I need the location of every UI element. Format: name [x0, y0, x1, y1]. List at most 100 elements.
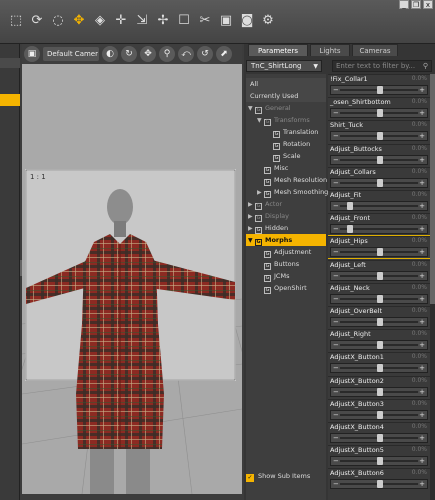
property-value[interactable]: 0.0% [412, 353, 427, 360]
cloth-icon[interactable]: ✂ [195, 10, 215, 30]
increment-icon[interactable]: + [419, 295, 425, 303]
property-value[interactable]: 0.0% [412, 75, 427, 82]
category-rotation[interactable]: G Rotation [246, 138, 326, 150]
property-value[interactable]: 0.0% [412, 191, 427, 198]
property-slider[interactable]: − + [330, 456, 428, 467]
category-hidden[interactable]: ▶ G Hidden [246, 222, 326, 234]
left-pane-selected-item[interactable] [0, 94, 20, 106]
close-button[interactable]: x [423, 0, 433, 9]
property-slider[interactable]: − + [330, 363, 428, 374]
property-row[interactable]: Adjust_Front 0.0% − + [328, 213, 430, 235]
property-slider[interactable]: − + [330, 108, 428, 119]
property-slider[interactable]: − + [330, 85, 428, 95]
slider-knob[interactable] [377, 457, 383, 466]
category-transforms[interactable]: ▼ G Transforms [246, 114, 326, 126]
slider-knob[interactable] [377, 294, 383, 303]
property-row[interactable]: Adjust_Collars 0.0% − + [328, 166, 430, 189]
zoom-icon[interactable]: ⚲ [159, 46, 175, 62]
category-mesh-resolution[interactable]: G Mesh Resolution [246, 174, 327, 186]
category-display[interactable]: ▶ G Display [246, 210, 326, 222]
decrement-icon[interactable]: − [333, 156, 339, 164]
select-icon[interactable]: ⬚ [6, 10, 26, 30]
slider-knob[interactable] [377, 109, 383, 118]
increment-icon[interactable]: + [419, 318, 425, 326]
slider-knob[interactable] [377, 364, 383, 373]
tab-cameras[interactable]: Cameras [352, 44, 398, 56]
decrement-icon[interactable]: − [333, 109, 339, 117]
property-row[interactable]: Shirt_Tuck 0.0% − + [328, 120, 430, 142]
property-value[interactable]: 0.0% [412, 307, 427, 314]
category-scale[interactable]: G Scale [246, 150, 326, 162]
move-icon[interactable]: ✥ [69, 10, 89, 30]
slider-knob[interactable] [347, 225, 354, 234]
category-adjustment[interactable]: G Adjustment [246, 246, 326, 258]
slider-knob[interactable] [377, 178, 383, 187]
settings-icon[interactable]: ⚙ [258, 10, 278, 30]
property-value[interactable]: 0.0% [412, 469, 427, 476]
increment-icon[interactable]: + [419, 388, 425, 396]
decrement-icon[interactable]: − [333, 272, 339, 280]
property-list-scrollbar[interactable] [430, 74, 435, 500]
category-translation[interactable]: G Translation [246, 126, 326, 138]
property-row[interactable]: Adjust_Hips 0.0% − + [328, 235, 430, 260]
increment-icon[interactable]: + [419, 457, 425, 465]
property-row[interactable]: Adjust_Neck 0.0% − + [328, 282, 430, 305]
property-row[interactable]: AdjustX_Button2 0.0% − + [328, 375, 430, 398]
property-value[interactable]: 0.0% [412, 121, 427, 128]
decrement-icon[interactable]: − [333, 202, 339, 210]
lasso-icon[interactable]: ◌ [48, 10, 68, 30]
property-value[interactable]: 0.0% [412, 284, 427, 291]
property-value[interactable]: 0.0% [412, 214, 427, 221]
category-currently-used[interactable]: Currently Used [246, 90, 326, 102]
increment-icon[interactable]: + [419, 364, 425, 372]
decrement-icon[interactable]: − [333, 434, 339, 442]
slider-knob[interactable] [377, 341, 383, 350]
node-icon[interactable]: ◈ [90, 10, 110, 30]
property-slider[interactable]: − + [330, 270, 428, 281]
category-all[interactable]: All [246, 78, 326, 90]
property-row[interactable]: Adjust_Buttocks 0.0% − + [328, 143, 430, 166]
property-value[interactable]: 0.0% [412, 98, 427, 105]
slider-knob[interactable] [377, 480, 383, 489]
camera-icon[interactable]: ▣ [24, 46, 40, 62]
orbit-icon[interactable]: ↻ [121, 46, 137, 62]
category-openshirt[interactable]: G OpenShirt [246, 282, 326, 294]
property-slider[interactable]: − + [330, 293, 428, 304]
property-row[interactable]: !Fix_Collar1 0.0% − + [328, 74, 430, 96]
property-slider[interactable]: − + [330, 433, 428, 443]
slider-knob[interactable] [377, 271, 383, 280]
decrement-icon[interactable]: − [333, 248, 339, 256]
decrement-icon[interactable]: − [333, 388, 339, 396]
decrement-icon[interactable]: − [333, 295, 339, 303]
increment-icon[interactable]: + [419, 179, 425, 187]
slider-knob[interactable] [377, 410, 383, 419]
property-slider[interactable]: − + [330, 154, 428, 165]
property-value[interactable]: 0.0% [412, 261, 427, 268]
minimize-button[interactable]: _ [399, 0, 409, 9]
restore-button[interactable]: ❐ [411, 0, 421, 9]
property-value[interactable]: 0.0% [412, 237, 427, 244]
left-pane-tab[interactable] [0, 58, 20, 68]
increment-icon[interactable]: + [419, 132, 425, 140]
category-morphs[interactable]: ▼ G Morphs [246, 234, 326, 246]
increment-icon[interactable]: + [419, 86, 425, 94]
tab-parameters[interactable]: Parameters [248, 44, 308, 56]
dolly-icon[interactable]: ⤺ [178, 46, 194, 62]
slider-knob[interactable] [377, 86, 383, 94]
property-row[interactable]: _osen_Shirtbottom 0.0% − + [328, 97, 430, 119]
property-slider[interactable]: − + [330, 224, 428, 235]
property-value[interactable]: 0.0% [412, 423, 427, 430]
property-slider[interactable]: − + [330, 386, 428, 397]
decrement-icon[interactable]: − [333, 132, 339, 140]
increment-icon[interactable]: + [419, 225, 425, 233]
category-buttons[interactable]: G Buttons [246, 258, 326, 270]
property-value[interactable]: 0.0% [412, 330, 427, 337]
increment-icon[interactable]: + [419, 109, 425, 117]
property-value[interactable]: 0.0% [412, 377, 427, 384]
roll-icon[interactable]: ↺ [197, 46, 213, 62]
property-row[interactable]: AdjustX_Button3 0.0% − + [328, 398, 430, 421]
draw-style-icon[interactable]: ◐ [102, 46, 118, 62]
category-mesh-smoothing[interactable]: ▶ G Mesh Smoothing [246, 186, 328, 198]
slider-knob[interactable] [377, 155, 383, 164]
property-slider[interactable]: − + [330, 409, 428, 420]
